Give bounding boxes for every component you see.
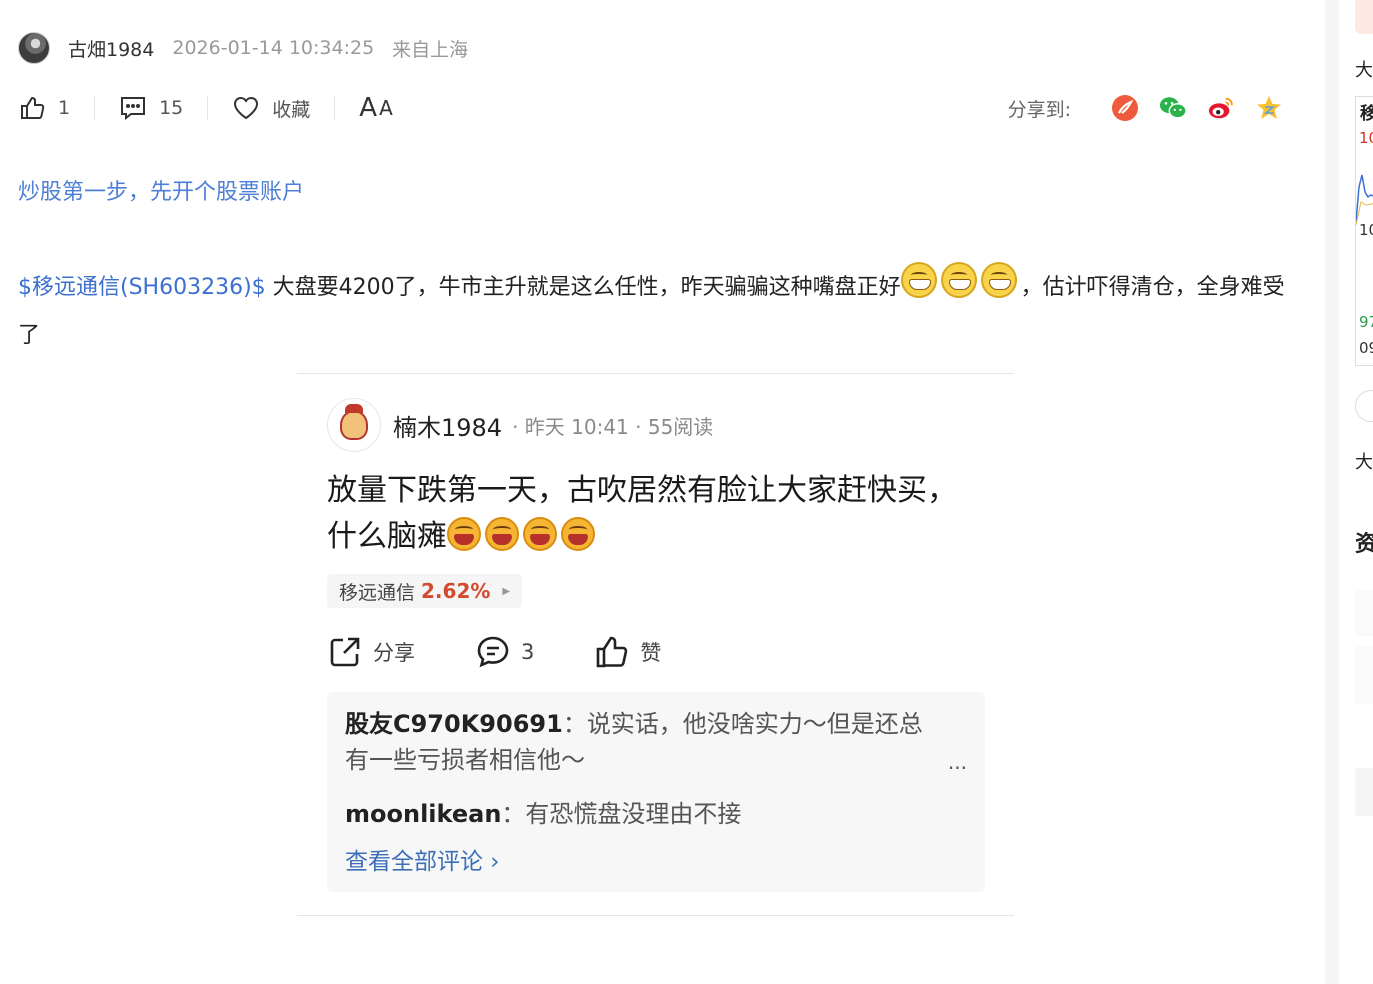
- font-size-button[interactable]: AA: [359, 93, 394, 123]
- laugh-emoji-icon: [523, 517, 557, 551]
- comment-icon: [121, 97, 146, 121]
- stock-chip-name: 移远通信: [339, 581, 416, 604]
- avatar[interactable]: [18, 32, 50, 64]
- post-source: 来自上海: [392, 38, 469, 61]
- sidebar-block[interactable]: [1355, 768, 1373, 816]
- comment-button[interactable]: 3: [475, 634, 534, 670]
- grin-emoji-icon: [940, 262, 977, 298]
- divider: [207, 96, 209, 120]
- sidebar-tick: 09: [1359, 339, 1373, 357]
- sidebar-chart-title: 移: [1360, 104, 1373, 124]
- open-account-link[interactable]: 炒股第一步，先开个股票账户: [18, 174, 304, 206]
- sidebar-text: 大: [1355, 452, 1373, 473]
- comment-button[interactable]: 15: [119, 94, 183, 122]
- comment-user[interactable]: moonlikean: [345, 800, 501, 828]
- thumbs-up-icon: [597, 636, 628, 668]
- quoted-post-text: 放量下跌第一天，古吹居然有脸让大家赶快买，什么脑瘫: [327, 468, 967, 560]
- stock-chip[interactable]: 移远通信 2.62% ▶: [327, 574, 523, 608]
- sidebar-tick: 10: [1359, 221, 1373, 239]
- grin-emoji-icon: [900, 262, 937, 298]
- laugh-emoji-icon: [485, 517, 519, 551]
- view-all-comments-link[interactable]: 查看全部评论 ›: [345, 842, 500, 876]
- laugh-emoji-icon: [561, 517, 595, 551]
- triangle-right-icon: ▶: [502, 585, 511, 597]
- post-detail: 古畑1984 2026-01-14 10:34:25 来自上海 1 15 收藏 …: [0, 0, 1325, 984]
- action-bar: 1 15 收藏 AA: [18, 90, 395, 126]
- post-content: $移远通信(SH603236)$ 大盘要4200了，牛市主升就是这么任性，昨天骗…: [18, 262, 1298, 360]
- xueqiu-icon[interactable]: [1111, 94, 1139, 122]
- like-label: 赞: [640, 641, 662, 665]
- favorite-button[interactable]: 收藏: [232, 94, 310, 122]
- comment-item[interactable]: moonlikean：有恐慌盘没理由不接: [345, 796, 741, 832]
- more-icon[interactable]: ...: [948, 750, 967, 774]
- post-text-part1: 大盘要4200了，牛市主升就是这么任性，昨天骗骗这种嘴盘正好: [265, 275, 901, 300]
- quoted-author-name[interactable]: 楠木1984: [393, 408, 502, 443]
- sidebar-gutter: [1325, 0, 1339, 984]
- heart-icon: [234, 96, 259, 120]
- caishen-icon: [340, 404, 368, 440]
- qzone-icon[interactable]: [1255, 94, 1283, 122]
- right-sidebar: 大 移 10 10 97 09 大 资: [1339, 0, 1373, 984]
- divider: [94, 96, 96, 120]
- wechat-icon[interactable]: [1159, 94, 1187, 122]
- share-icon: [330, 637, 360, 667]
- like-count: 1: [58, 97, 71, 119]
- share-label: 分享到:: [1007, 98, 1071, 121]
- sidebar-block[interactable]: [1355, 646, 1373, 704]
- sidebar-tick: 97: [1359, 313, 1373, 331]
- like-button[interactable]: 1: [18, 94, 70, 122]
- share-bar: 分享到:: [1008, 90, 1283, 126]
- sidebar-block[interactable]: [1355, 590, 1373, 636]
- weibo-icon[interactable]: [1207, 94, 1235, 122]
- like-button[interactable]: 赞: [594, 634, 661, 670]
- comment-user[interactable]: 股友C970K90691: [345, 710, 563, 738]
- comment-text: 有恐慌盘没理由不接: [525, 800, 742, 828]
- sidebar-price-line: [1356, 174, 1373, 226]
- favorite-label: 收藏: [272, 98, 311, 121]
- author-row: 古畑1984 2026-01-14 10:34:25 来自上海: [18, 32, 468, 64]
- laugh-emoji-icon: [447, 517, 481, 551]
- sidebar-heading: 资: [1355, 532, 1373, 557]
- grin-emoji-icon: [980, 262, 1017, 298]
- sidebar-mini-chart[interactable]: 移 10 10 97 09: [1355, 96, 1373, 366]
- quoted-post-card[interactable]: 楠木1984 · 昨天 10:41 · 55阅读 放量下跌第一天，古吹居然有脸让…: [297, 373, 1014, 916]
- font-size-large: A: [359, 93, 380, 123]
- sidebar-top-chip[interactable]: [1355, 0, 1373, 34]
- stock-tag-link[interactable]: $移远通信(SH603236)$: [18, 275, 266, 300]
- font-size-small: A: [379, 96, 395, 120]
- thumbs-up-icon: [21, 96, 45, 119]
- quoted-post-meta: · 昨天 10:41 · 55阅读: [512, 414, 714, 439]
- comment-sep: ：: [501, 800, 526, 828]
- share-label: 分享: [373, 641, 415, 665]
- post-time: 2026-01-14 10:34:25: [172, 37, 375, 59]
- comment-count: 3: [521, 640, 535, 664]
- comment-preview-box: 股友C970K90691：说实话，他没啥实力～但是还总有一些亏损者相信他～ ..…: [327, 692, 985, 892]
- comment-count: 15: [159, 97, 184, 119]
- stock-chip-change: 2.62%: [421, 579, 491, 603]
- quoted-post-actions: 分享 3 赞: [327, 632, 661, 672]
- comment-item[interactable]: 股友C970K90691：说实话，他没啥实力～但是还总有一些亏损者相信他～: [345, 706, 945, 778]
- comment-icon: [477, 636, 509, 668]
- comment-sep: ：: [562, 710, 587, 738]
- quoted-post-header: 楠木1984 · 昨天 10:41 · 55阅读: [327, 398, 713, 452]
- sidebar-circle-button[interactable]: [1355, 390, 1373, 422]
- avatar[interactable]: [327, 398, 381, 452]
- sidebar-info-card: 资: [1339, 508, 1373, 984]
- quoted-post-body: 放量下跌第一天，古吹居然有脸让大家赶快买，什么脑瘫: [327, 473, 957, 554]
- author-name[interactable]: 古畑1984: [68, 35, 154, 62]
- divider: [334, 96, 336, 120]
- sidebar-text: 大: [1355, 60, 1373, 81]
- sidebar-tick: 10: [1359, 129, 1373, 147]
- sidebar-stock-card: 大 移 10 10 97 09 大: [1339, 0, 1373, 488]
- share-button[interactable]: 分享: [327, 634, 415, 670]
